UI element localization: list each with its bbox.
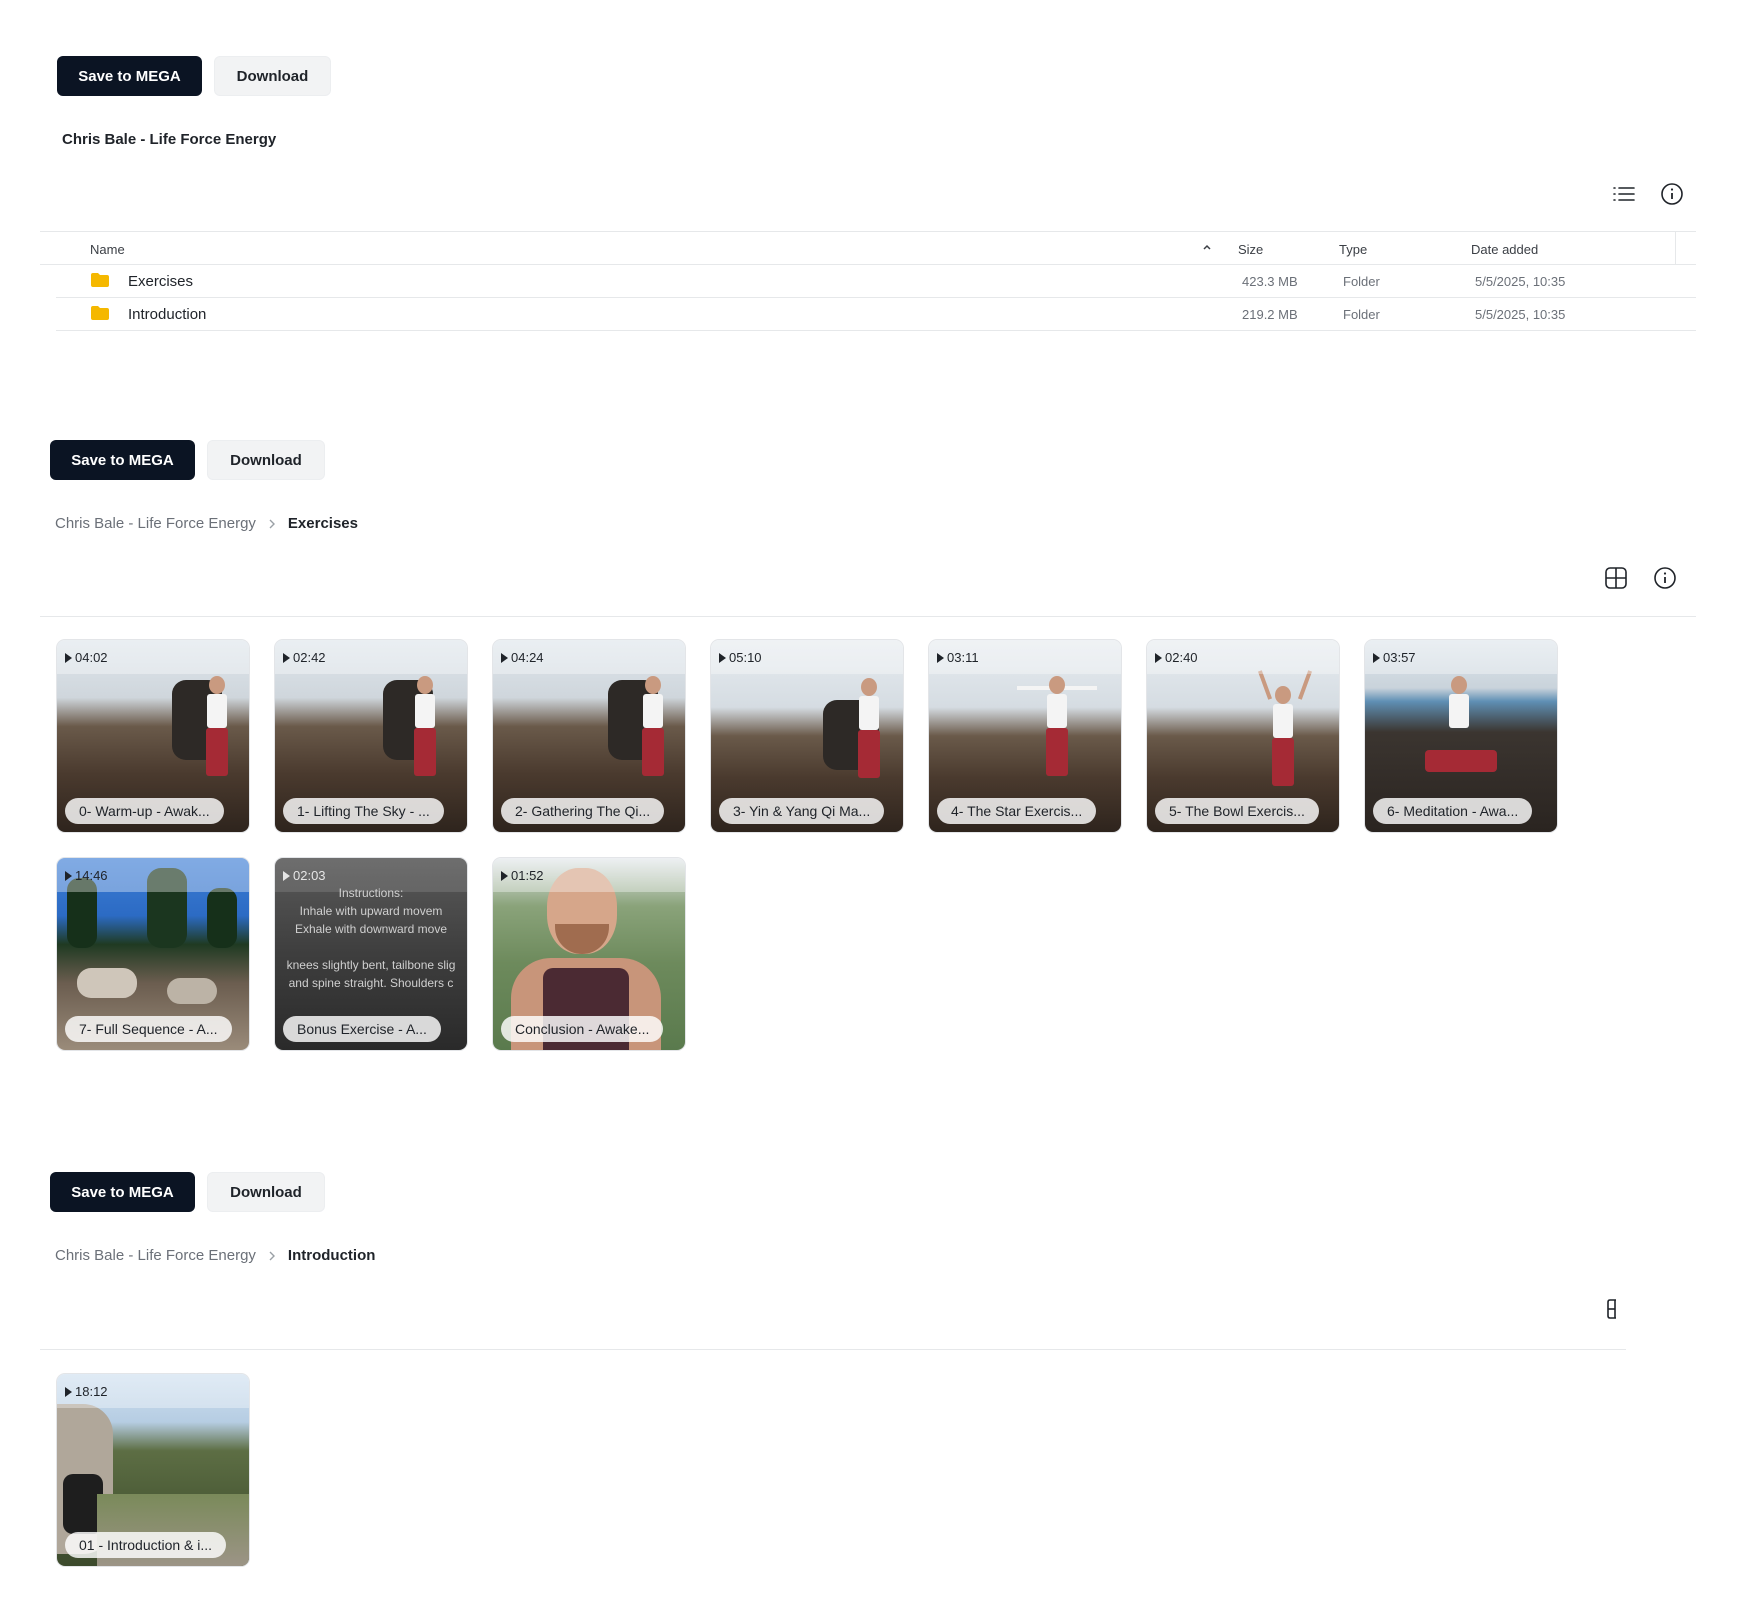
folder-icon (91, 273, 109, 287)
overlay-text: knees slightly bent, tailbone slig (286, 958, 456, 972)
video-title: 4- The Star Exercis... (937, 798, 1097, 824)
video-duration: 18:12 (65, 1384, 108, 1399)
column-name-header[interactable]: Name (90, 242, 125, 257)
play-icon (1155, 652, 1162, 663)
play-icon (501, 870, 508, 881)
video-duration: 14:46 (65, 868, 108, 883)
video-title: 3- Yin & Yang Qi Ma... (719, 798, 885, 824)
video-duration: 01:52 (501, 868, 544, 883)
grid-view-icon[interactable] (1598, 1295, 1626, 1323)
play-icon (283, 870, 290, 881)
folder-icon (91, 306, 109, 320)
video-title: 6- Meditation - Awa... (1373, 798, 1533, 824)
video-tile[interactable]: 02:40 5- The Bowl Exercis... (1147, 640, 1339, 832)
video-title: 0- Warm-up - Awak... (65, 798, 224, 824)
download-button[interactable]: Download (207, 440, 325, 480)
file-name: Exercises (128, 273, 194, 290)
video-tile[interactable]: 03:57 6- Meditation - Awa... (1365, 640, 1557, 832)
video-tile[interactable]: 04:24 2- Gathering The Qi... (493, 640, 685, 832)
play-icon (719, 652, 726, 663)
table-row[interactable]: Introduction 219.2 MB Folder 5/5/2025, 1… (56, 298, 1696, 331)
video-title: 1- Lifting The Sky - ... (283, 798, 444, 824)
file-name: Introduction (128, 306, 207, 323)
file-type: Folder (1343, 274, 1380, 289)
column-type-header[interactable]: Type (1339, 242, 1367, 257)
video-duration: 02:40 (1155, 650, 1198, 665)
video-duration: 03:11 (937, 650, 979, 665)
info-icon[interactable] (1658, 180, 1686, 208)
breadcrumb-root[interactable]: Chris Bale - Life Force Energy (55, 515, 256, 532)
video-tile[interactable]: 02:42 1- Lifting The Sky - ... (275, 640, 467, 832)
play-icon (65, 870, 72, 881)
video-tile[interactable]: 03:11 4- The Star Exercis... (929, 640, 1121, 832)
video-title: 01 - Introduction & i... (65, 1532, 227, 1558)
breadcrumb: Chris Bale - Life Force Energy Introduct… (55, 1247, 375, 1264)
video-title: 7- Full Sequence - A... (65, 1016, 232, 1042)
video-title: 2- Gathering The Qi... (501, 798, 665, 824)
play-icon (65, 1386, 72, 1397)
video-duration: 05:10 (719, 650, 762, 665)
chevron-right-icon (269, 519, 275, 528)
column-date-header[interactable]: Date added (1471, 242, 1538, 257)
video-title: Bonus Exercise - A... (283, 1016, 441, 1042)
video-duration: 02:03 (283, 868, 326, 883)
file-date: 5/5/2025, 10:35 (1475, 307, 1566, 322)
video-tile[interactable]: 18:12 01 - Introduction & i... (57, 1374, 249, 1566)
page-title: Chris Bale - Life Force Energy (62, 131, 277, 148)
file-type: Folder (1343, 307, 1380, 322)
video-duration: 04:02 (65, 650, 108, 665)
save-to-mega-button[interactable]: Save to MEGA (57, 56, 202, 96)
introduction-folder-panel: Save to MEGA Download Chris Bale - Life … (0, 1110, 1744, 1616)
video-tile[interactable]: 14:46 7- Full Sequence - A... (57, 858, 249, 1050)
chevron-right-icon (269, 1251, 275, 1260)
file-date: 5/5/2025, 10:35 (1475, 274, 1566, 289)
column-size-header[interactable]: Size (1238, 242, 1263, 257)
video-title: 5- The Bowl Exercis... (1155, 798, 1319, 824)
download-button[interactable]: Download (214, 56, 331, 96)
video-tile[interactable]: 01:52 Conclusion - Awake... (493, 858, 685, 1050)
download-button[interactable]: Download (207, 1172, 325, 1212)
breadcrumb-current: Exercises (287, 515, 358, 532)
file-size: 423.3 MB (1242, 274, 1298, 289)
save-to-mega-button[interactable]: Save to MEGA (50, 1172, 195, 1212)
list-view-icon[interactable] (1610, 180, 1638, 208)
video-title: Conclusion - Awake... (501, 1016, 664, 1042)
table-header: Name Size Type Date added (40, 232, 1696, 264)
info-icon[interactable] (1651, 564, 1679, 592)
sort-asc-icon[interactable] (1202, 240, 1212, 255)
play-icon (65, 652, 72, 663)
grid-view-icon[interactable] (1602, 564, 1630, 592)
video-duration: 02:42 (283, 650, 326, 665)
column-divider (1675, 232, 1676, 264)
breadcrumb: Chris Bale - Life Force Energy Exercises (55, 515, 358, 532)
video-tile[interactable]: Instructions: Inhale with upward movem E… (275, 858, 467, 1050)
table-row[interactable]: Exercises 423.3 MB Folder 5/5/2025, 10:3… (56, 265, 1696, 298)
header-divider (40, 1349, 1626, 1350)
video-duration: 03:57 (1373, 650, 1416, 665)
overlay-text: Exhale with downward move (294, 922, 448, 936)
play-icon (1373, 652, 1380, 663)
video-tile[interactable]: 05:10 3- Yin & Yang Qi Ma... (711, 640, 903, 832)
overlay-text: Inhale with upward movem (299, 904, 443, 918)
root-folder-panel: Save to MEGA Download Chris Bale - Life … (0, 0, 1744, 380)
save-to-mega-button[interactable]: Save to MEGA (50, 440, 195, 480)
video-duration: 04:24 (501, 650, 544, 665)
play-icon (937, 652, 944, 663)
file-size: 219.2 MB (1242, 307, 1298, 322)
overlay-text: and spine straight. Shoulders c (288, 976, 454, 990)
play-icon (283, 652, 290, 663)
video-tile[interactable]: 04:02 0- Warm-up - Awak... (57, 640, 249, 832)
breadcrumb-current: Introduction (287, 1247, 376, 1264)
play-icon (501, 652, 508, 663)
exercises-folder-panel: Save to MEGA Download Chris Bale - Life … (0, 380, 1744, 1100)
breadcrumb-root[interactable]: Chris Bale - Life Force Energy (55, 1247, 256, 1264)
header-divider (40, 616, 1696, 617)
